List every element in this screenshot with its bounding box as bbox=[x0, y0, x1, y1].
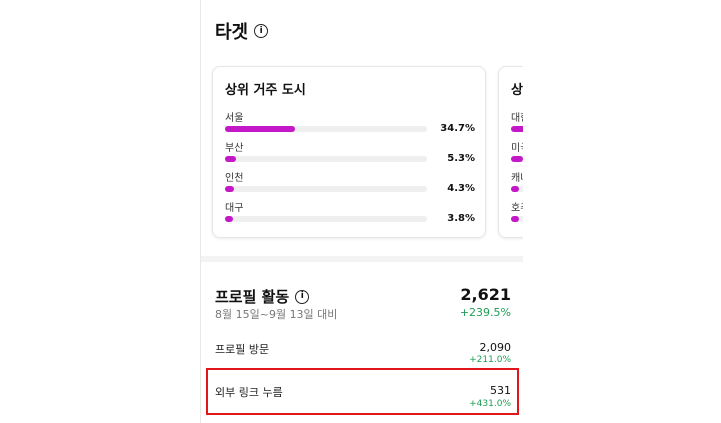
city-bar-track bbox=[225, 156, 427, 162]
city-bar-fill bbox=[225, 186, 234, 192]
city-label: 인천 bbox=[225, 173, 244, 184]
city-bar-track bbox=[225, 216, 427, 222]
profile-activity-title-text: 프로필 활동 bbox=[215, 288, 290, 306]
metric-value-profile-visits: 2,090 bbox=[479, 341, 512, 354]
top-cities-card: 상위 거주 도시 서울 34.7% 부산 5.3% 인천 4.3% 대구 3.8… bbox=[212, 66, 486, 238]
country-bar-track bbox=[511, 126, 523, 132]
target-title-text: 타겟 bbox=[215, 22, 249, 43]
country-row: 미국 bbox=[511, 139, 523, 167]
activity-total: 2,621 bbox=[460, 285, 511, 304]
city-row: 서울 34.7% bbox=[225, 109, 475, 137]
city-label: 대구 bbox=[225, 203, 244, 214]
city-percent: 5.3% bbox=[447, 153, 475, 164]
top-countries-card[interactable]: 상위 대한 미국 캐나 호주 bbox=[498, 66, 523, 238]
country-bar-fill bbox=[511, 156, 523, 162]
country-bar-track bbox=[511, 156, 523, 162]
activity-change: +239.5% bbox=[459, 306, 511, 319]
country-label: 호주 bbox=[511, 203, 523, 214]
country-bar-track bbox=[511, 216, 523, 222]
top-cities-title: 상위 거주 도시 bbox=[225, 83, 306, 98]
country-label: 미국 bbox=[511, 143, 523, 154]
insights-panel: 타겟 i 상위 거주 도시 서울 34.7% 부산 5.3% 인천 4.3% 대… bbox=[200, 0, 523, 423]
profile-activity-title: 프로필 활동 i bbox=[215, 286, 310, 307]
country-bar-fill bbox=[511, 126, 523, 132]
target-section-title: 타겟 i bbox=[215, 18, 269, 44]
city-percent: 4.3% bbox=[447, 183, 475, 194]
country-row: 호주 bbox=[511, 199, 523, 227]
city-percent: 3.8% bbox=[447, 213, 475, 224]
country-label: 캐나 bbox=[511, 173, 523, 184]
info-icon[interactable]: i bbox=[295, 289, 310, 304]
city-bar-track bbox=[225, 186, 427, 192]
city-label: 부산 bbox=[225, 143, 244, 154]
city-bar-fill bbox=[225, 126, 296, 132]
city-bar-fill bbox=[225, 216, 233, 222]
comparison-period: 8월 15일~9월 13일 대비 bbox=[215, 308, 338, 321]
city-row: 인천 4.3% bbox=[225, 169, 475, 197]
info-icon[interactable]: i bbox=[254, 24, 269, 38]
city-row: 대구 3.8% bbox=[225, 199, 475, 227]
highlight-box bbox=[206, 368, 519, 415]
metric-change-profile-visits: +211.0% bbox=[469, 355, 511, 365]
city-bar-track bbox=[225, 126, 427, 132]
section-divider bbox=[201, 256, 523, 262]
top-countries-title: 상위 bbox=[511, 83, 523, 98]
city-percent: 34.7% bbox=[440, 123, 475, 134]
city-label: 서울 bbox=[225, 113, 244, 124]
metric-label-profile-visits: 프로필 방문 bbox=[215, 343, 270, 356]
city-bar-fill bbox=[225, 156, 236, 162]
country-label: 대한 bbox=[511, 113, 523, 124]
country-bar-track bbox=[511, 186, 523, 192]
city-row: 부산 5.3% bbox=[225, 139, 475, 167]
country-row: 대한 bbox=[511, 109, 523, 137]
country-bar-fill bbox=[511, 216, 519, 222]
country-bar-fill bbox=[511, 186, 520, 192]
country-row: 캐나 bbox=[511, 169, 523, 197]
